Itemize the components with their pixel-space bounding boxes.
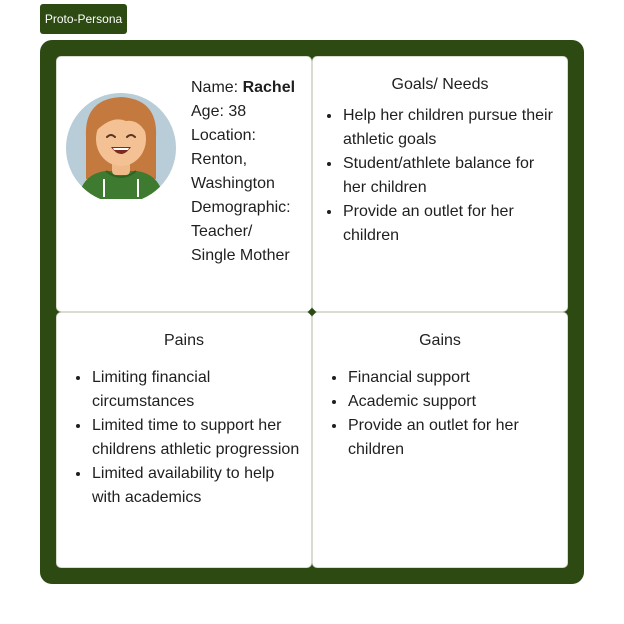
list-item: Help her children pursue their athletic … [342,104,557,152]
location-label: Location: [191,127,256,144]
list-item: Financial support [347,366,557,390]
demographic-value-2: Single Mother [191,247,290,264]
list-item: Academic support [347,390,557,414]
gains-card: Gains Financial support Academic support… [312,312,568,568]
goals-card: Goals/ Needs Help her children pursue th… [312,56,568,312]
list-item: Provide an outlet for her children [347,414,557,462]
proto-persona-tag: Proto-Persona [40,4,127,34]
age-text: Age: 38 [191,103,247,120]
pains-card: Pains Limiting financial circumstances L… [56,312,312,568]
list-item: Limited availability to help with academ… [91,462,301,510]
gains-list: Financial support Academic support Provi… [347,366,557,462]
list-item: Limited time to support her childrens at… [91,414,301,462]
profile-info: Name: Rachel Age: 38 Location: Renton, W… [191,76,309,268]
demographic-value-1: Teacher/ [191,223,253,240]
goals-title: Goals/ Needs [391,76,489,93]
name-value: Rachel [242,79,296,96]
pains-title: Pains [163,332,205,349]
profile-card: Name: Rachel Age: 38 Location: Renton, W… [56,56,312,312]
gains-title: Gains [419,332,461,349]
location-value-1: Renton, [191,151,248,168]
name-label: Name: [191,79,243,96]
list-item: Provide an outlet for her children [342,200,557,248]
persona-board: Name: Rachel Age: 38 Location: Renton, W… [40,40,584,584]
location-value-2: Washington [191,175,275,192]
demographic-label: Demographic: [191,199,291,216]
pains-list: Limiting financial circumstances Limited… [91,366,301,510]
list-item: Limiting financial circumstances [91,366,301,414]
woman-avatar-icon [66,93,176,199]
list-item: Student/athlete balance for her children [342,152,557,200]
goals-list: Help her children pursue their athletic … [342,104,557,248]
